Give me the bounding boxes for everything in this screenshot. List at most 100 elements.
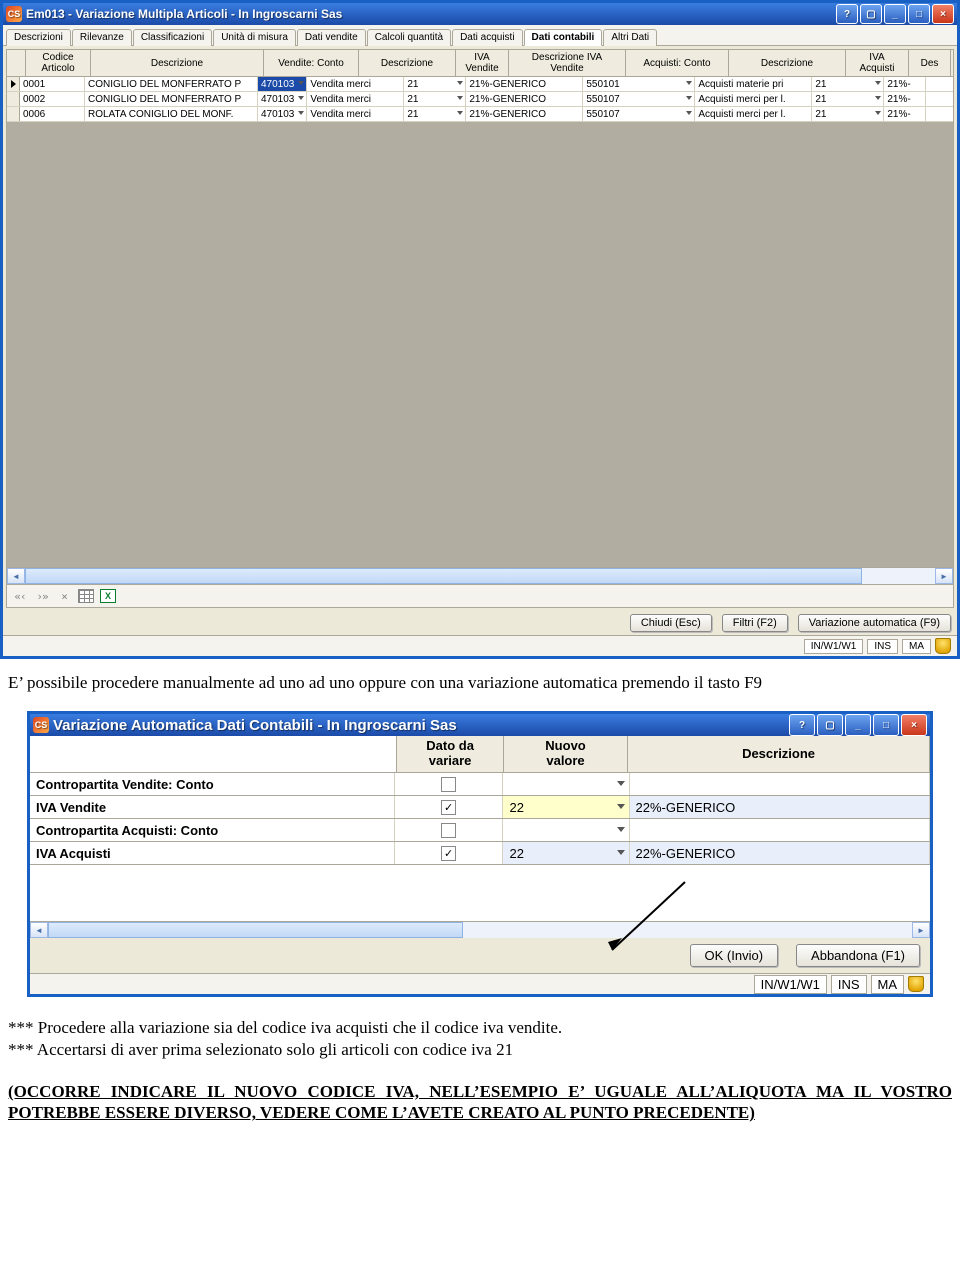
nav-del-icon[interactable]: × <box>56 588 72 604</box>
cell-vendite-conto[interactable]: 470103 <box>258 92 307 106</box>
scroll-thumb[interactable] <box>48 922 463 938</box>
scroll-left-icon[interactable]: ◄ <box>7 568 25 584</box>
filter-button[interactable]: Filtri (F2) <box>722 614 788 632</box>
cell-desc-acquisti[interactable]: Acquisti materie pri <box>695 77 812 91</box>
col-acquisti-conto[interactable]: Acquisti: Conto <box>626 50 729 76</box>
tab-dati-contabili[interactable]: Dati contabili <box>524 29 603 46</box>
table-row[interactable]: 0001CONIGLIO DEL MONFERRATO P470103Vendi… <box>7 77 953 92</box>
col-descrizione[interactable]: Descrizione <box>628 736 930 773</box>
cancel-button[interactable]: Abbandona (F1) <box>796 944 920 967</box>
cell-iva-vendite[interactable]: 21 <box>404 92 466 106</box>
minimize-icon[interactable]: _ <box>845 714 871 736</box>
cell-checkbox[interactable]: ✓ <box>395 796 504 818</box>
cell-checkbox[interactable]: ✓ <box>395 842 504 864</box>
scroll-track[interactable] <box>48 922 912 938</box>
table-row[interactable]: IVA Acquisti✓2222%-GENERICO <box>30 842 930 865</box>
cell-iva-acquisti[interactable]: 21 <box>812 77 884 91</box>
cell-desc-vendite[interactable]: Vendita merci <box>307 77 404 91</box>
close-icon[interactable]: × <box>932 4 954 24</box>
cascade-icon[interactable]: ▢ <box>817 714 843 736</box>
cell-desc-vendite[interactable]: Vendita merci <box>307 92 404 106</box>
help-icon[interactable]: ? <box>789 714 815 736</box>
col-vendite-conto[interactable]: Vendite: Conto <box>264 50 359 76</box>
cell-nuovo-valore[interactable] <box>503 819 629 841</box>
help-icon[interactable]: ? <box>836 4 858 24</box>
cell-acquisti-conto[interactable]: 550107 <box>583 92 695 106</box>
table-row[interactable]: 0006ROLATA CONIGLIO DEL MONF.470103Vendi… <box>7 107 953 122</box>
cell-descrizione[interactable]: ROLATA CONIGLIO DEL MONF. <box>85 107 258 121</box>
cell-checkbox[interactable] <box>395 819 504 841</box>
cell-iva-acquisti[interactable]: 21 <box>812 107 884 121</box>
checkbox-icon[interactable]: ✓ <box>441 800 456 815</box>
scroll-thumb[interactable] <box>25 568 862 584</box>
cell-iva-vendite[interactable]: 21 <box>404 77 466 91</box>
col-dato-da-variare[interactable]: Dato davariare <box>397 736 504 773</box>
auto-variation-button[interactable]: Variazione automatica (F9) <box>798 614 951 632</box>
close-icon[interactable]: × <box>901 714 927 736</box>
checkbox-icon[interactable] <box>441 777 456 792</box>
tab-altri-dati[interactable]: Altri Dati <box>603 29 657 46</box>
table-row[interactable]: IVA Vendite✓2222%-GENERICO <box>30 796 930 819</box>
maximize-icon[interactable]: □ <box>873 714 899 736</box>
cell-desc-vendite[interactable]: Vendita merci <box>307 107 404 121</box>
cell-vendite-conto[interactable]: 470103 <box>258 77 307 91</box>
cell-acquisti-conto[interactable]: 550101 <box>583 77 695 91</box>
cell-checkbox[interactable] <box>395 773 504 795</box>
cell-desc-iva-vendite[interactable]: 21%-GENERICO <box>466 107 583 121</box>
cell-desc-acquisti[interactable]: Acquisti merci per l. <box>695 92 812 106</box>
close-button[interactable]: Chiudi (Esc) <box>630 614 712 632</box>
horizontal-scrollbar[interactable]: ◄ ► <box>7 567 953 584</box>
scroll-track[interactable] <box>25 568 935 584</box>
col-des-trunc[interactable]: Des <box>909 50 951 76</box>
cell-codice[interactable]: 0006 <box>20 107 85 121</box>
nav-next-icon[interactable]: ›» <box>34 588 50 604</box>
minimize-icon[interactable]: _ <box>884 4 906 24</box>
titlebar[interactable]: CS Variazione Automatica Dati Contabili … <box>30 714 930 736</box>
cell-descrizione[interactable]: CONIGLIO DEL MONFERRATO P <box>85 77 258 91</box>
table-row[interactable]: Contropartita Vendite: Conto <box>30 773 930 796</box>
trash-icon[interactable] <box>935 638 951 654</box>
excel-export-icon[interactable]: X <box>100 588 116 604</box>
ok-button[interactable]: OK (Invio) <box>690 944 779 967</box>
cell-desc-iva-acquisti[interactable]: 21%- <box>884 92 926 106</box>
table-row[interactable]: Contropartita Acquisti: Conto <box>30 819 930 842</box>
cell-desc-iva-acquisti[interactable]: 21%- <box>884 77 926 91</box>
col-descrizione-iva-vendite[interactable]: Descrizione IVAVendite <box>509 50 626 76</box>
col-descrizione-acquisti[interactable]: Descrizione <box>729 50 846 76</box>
cell-desc-iva-acquisti[interactable]: 21%- <box>884 107 926 121</box>
cell-codice[interactable]: 0002 <box>20 92 85 106</box>
cell-codice[interactable]: 0001 <box>20 77 85 91</box>
cell-iva-acquisti[interactable]: 21 <box>812 92 884 106</box>
col-iva-acquisti[interactable]: IVAAcquisti <box>846 50 909 76</box>
scroll-right-icon[interactable]: ► <box>935 568 953 584</box>
tab-dati-acquisti[interactable]: Dati acquisti <box>452 29 522 46</box>
col-nuovo-valore[interactable]: Nuovovalore <box>504 736 628 773</box>
cell-desc-iva-vendite[interactable]: 21%-GENERICO <box>466 92 583 106</box>
cascade-icon[interactable]: ▢ <box>860 4 882 24</box>
tab-dati-vendite[interactable]: Dati vendite <box>297 29 366 46</box>
col-descrizione-vendite[interactable]: Descrizione <box>359 50 456 76</box>
horizontal-scrollbar[interactable]: ◄ ► <box>30 921 930 938</box>
checkbox-icon[interactable] <box>441 823 456 838</box>
tab-descrizioni[interactable]: Descrizioni <box>6 29 71 46</box>
col-iva-vendite[interactable]: IVAVendite <box>456 50 509 76</box>
table-view-icon[interactable] <box>78 588 94 604</box>
cell-vendite-conto[interactable]: 470103 <box>258 107 307 121</box>
col-codice-articolo[interactable]: CodiceArticolo <box>26 50 91 76</box>
cell-acquisti-conto[interactable]: 550107 <box>583 107 695 121</box>
scroll-left-icon[interactable]: ◄ <box>30 922 48 938</box>
col-descrizione[interactable]: Descrizione <box>91 50 264 76</box>
tab-calcoli-quantit-[interactable]: Calcoli quantità <box>367 29 451 46</box>
nav-first-icon[interactable]: «‹ <box>12 588 28 604</box>
cell-desc-acquisti[interactable]: Acquisti merci per l. <box>695 107 812 121</box>
trash-icon[interactable] <box>908 976 924 992</box>
cell-nuovo-valore[interactable] <box>503 773 629 795</box>
cell-descrizione[interactable]: CONIGLIO DEL MONFERRATO P <box>85 92 258 106</box>
checkbox-icon[interactable]: ✓ <box>441 846 456 861</box>
cell-nuovo-valore[interactable]: 22 <box>503 842 629 864</box>
tab-unit-di-misura[interactable]: Unità di misura <box>213 29 296 46</box>
maximize-icon[interactable]: □ <box>908 4 930 24</box>
cell-iva-vendite[interactable]: 21 <box>404 107 466 121</box>
tab-classificazioni[interactable]: Classificazioni <box>133 29 212 46</box>
cell-nuovo-valore[interactable]: 22 <box>503 796 629 818</box>
